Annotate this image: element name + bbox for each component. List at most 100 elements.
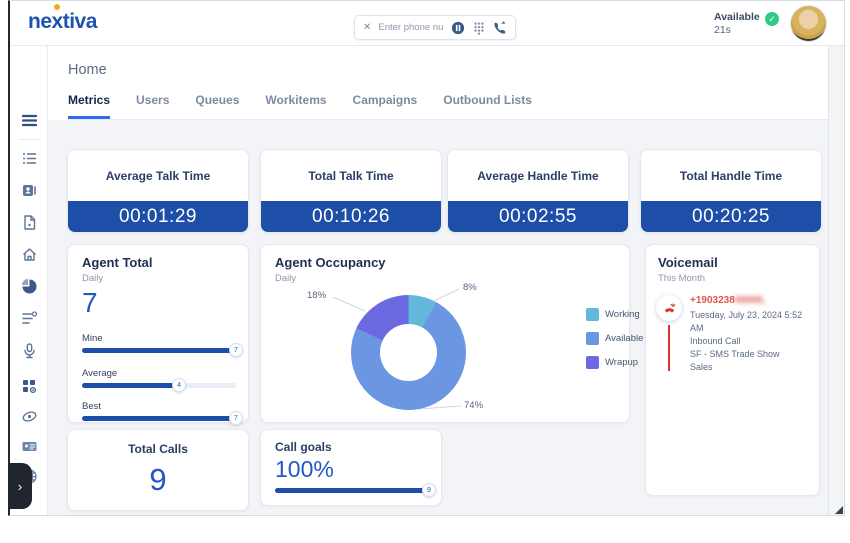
bar-fill <box>82 416 236 421</box>
status-label: Available <box>714 11 760 24</box>
left-nav-rail: › <box>10 46 48 515</box>
total-calls-value: 9 <box>68 462 248 498</box>
nextiva-logo[interactable]: nextiva <box>28 10 97 34</box>
legend-swatch-available <box>586 332 599 345</box>
card-title: Agent Occupancy <box>275 255 386 270</box>
legend-item-available: Available <box>586 332 643 345</box>
main-content: Home Metrics Users Queues Workitems Camp… <box>48 46 828 515</box>
document-icon[interactable] <box>21 214 38 231</box>
call-goals-bar: 9 <box>275 488 429 493</box>
bar-value-badge: 4 <box>172 378 186 392</box>
dialpad-icon[interactable] <box>472 21 486 35</box>
sidebar-divider <box>18 139 40 140</box>
card-title: Total Calls <box>68 442 248 456</box>
call-goals-value: 100% <box>275 456 334 483</box>
phone-dialer-bar: ✕ <box>354 15 516 40</box>
call-icon[interactable] <box>493 21 507 35</box>
tab-bar: Metrics Users Queues Workitems Campaigns… <box>68 93 828 120</box>
sidebar-expand-button[interactable]: › <box>8 463 32 509</box>
agent-status[interactable]: Available 21s <box>714 11 760 37</box>
caller-number: +190323800000, <box>690 295 811 306</box>
home-icon[interactable] <box>21 246 38 263</box>
tab-campaigns[interactable]: Campaigns <box>353 93 418 119</box>
card-period: Daily <box>275 273 296 284</box>
legend-label: Wrapup <box>605 357 638 368</box>
pointer-icon[interactable] <box>21 408 38 425</box>
card-period: This Month <box>658 273 705 284</box>
metric-card-average-talk-time: Average Talk Time 00:01:29 <box>67 149 249 233</box>
metric-value: 00:10:26 <box>261 201 441 232</box>
tab-queues[interactable]: Queues <box>195 93 239 119</box>
bar-value-badge: 7 <box>229 343 243 357</box>
bar-fill <box>82 348 236 353</box>
metric-value: 00:20:25 <box>641 201 821 232</box>
app-window: nextiva ✕ Available 21s ✓ <box>8 0 845 516</box>
status-check-icon: ✓ <box>765 12 779 26</box>
total-calls-card: Total Calls 9 <box>67 429 249 511</box>
agent-total-card: Agent Total Daily 7 Mine 7 Average 4 Bes… <box>67 244 249 423</box>
metric-title: Total Talk Time <box>261 150 441 201</box>
bar-label: Best <box>82 401 236 412</box>
legend-item-working: Working <box>586 308 643 321</box>
donut-hole <box>380 324 437 381</box>
list-icon[interactable] <box>21 150 38 167</box>
tab-metrics[interactable]: Metrics <box>68 93 110 119</box>
card-title: Agent Total <box>82 255 153 270</box>
agent-bar-best: Best 7 <box>82 401 236 421</box>
metric-title: Total Handle Time <box>641 150 821 201</box>
pie-chart-icon[interactable] <box>21 278 38 295</box>
logo-text-tail: tiva <box>63 10 97 33</box>
metric-title: Average Handle Time <box>448 150 628 201</box>
timeline-line <box>668 325 670 371</box>
id-card-icon[interactable] <box>21 438 38 455</box>
bar-label: Mine <box>82 333 236 344</box>
agent-bar-average: Average 4 <box>82 368 236 388</box>
agent-occupancy-card: Agent Occupancy Daily 8% 74% 18% Working <box>260 244 630 423</box>
bar-fill <box>275 488 429 493</box>
tab-workitems[interactable]: Workitems <box>265 93 326 119</box>
logo-text: ne <box>28 10 52 33</box>
legend-label: Working <box>605 309 640 320</box>
metric-card-average-handle-time: Average Handle Time 00:02:55 <box>447 149 629 233</box>
clear-icon[interactable]: ✕ <box>363 22 371 33</box>
menu-icon[interactable] <box>21 112 38 129</box>
bar-track: 4 <box>82 383 236 388</box>
metric-value: 00:02:55 <box>448 201 628 232</box>
user-avatar[interactable] <box>790 5 827 42</box>
missed-call-icon <box>656 295 682 321</box>
contact-card-icon[interactable] <box>21 182 38 199</box>
chevron-right-icon: › <box>18 479 22 494</box>
microphone-icon[interactable] <box>21 342 38 359</box>
apps-gear-icon[interactable] <box>21 378 38 395</box>
status-timer: 21s <box>714 24 760 37</box>
metric-title: Average Talk Time <box>68 150 248 201</box>
agent-total-value: 7 <box>82 287 98 319</box>
queue-list-icon[interactable] <box>21 310 38 327</box>
metric-value: 00:01:29 <box>68 201 248 232</box>
call-goals-card: Call goals 100% 9 <box>260 429 442 506</box>
bar-label: Average <box>82 368 236 379</box>
vertical-scrollbar[interactable] <box>828 46 844 515</box>
tab-users[interactable]: Users <box>136 93 169 119</box>
bar-track: 9 <box>275 488 429 493</box>
top-bar: nextiva ✕ Available 21s ✓ <box>10 1 844 46</box>
bar-value-badge: 7 <box>229 411 243 425</box>
voicemail-type: Inbound Call <box>690 335 811 348</box>
resize-corner-icon <box>835 506 843 514</box>
legend-item-wrapup: Wrapup <box>586 356 643 369</box>
card-title: Call goals <box>275 440 332 454</box>
pause-circle-icon[interactable] <box>451 21 465 35</box>
donut-legend: Working Available Wrapup <box>586 308 643 380</box>
bar-track: 7 <box>82 416 236 421</box>
bar-fill <box>82 383 179 388</box>
bar-track: 7 <box>82 348 236 353</box>
card-period: Daily <box>82 273 103 284</box>
legend-swatch-wrapup <box>586 356 599 369</box>
slice-label-working: 8% <box>463 282 477 293</box>
tab-outbound-lists[interactable]: Outbound Lists <box>443 93 532 119</box>
phone-number-input[interactable] <box>378 22 444 33</box>
slice-label-available: 74% <box>464 400 483 411</box>
caller-number-visible: +1903238 <box>690 295 735 306</box>
metric-card-total-talk-time: Total Talk Time 00:10:26 <box>260 149 442 233</box>
agent-bar-mine: Mine 7 <box>82 333 236 353</box>
